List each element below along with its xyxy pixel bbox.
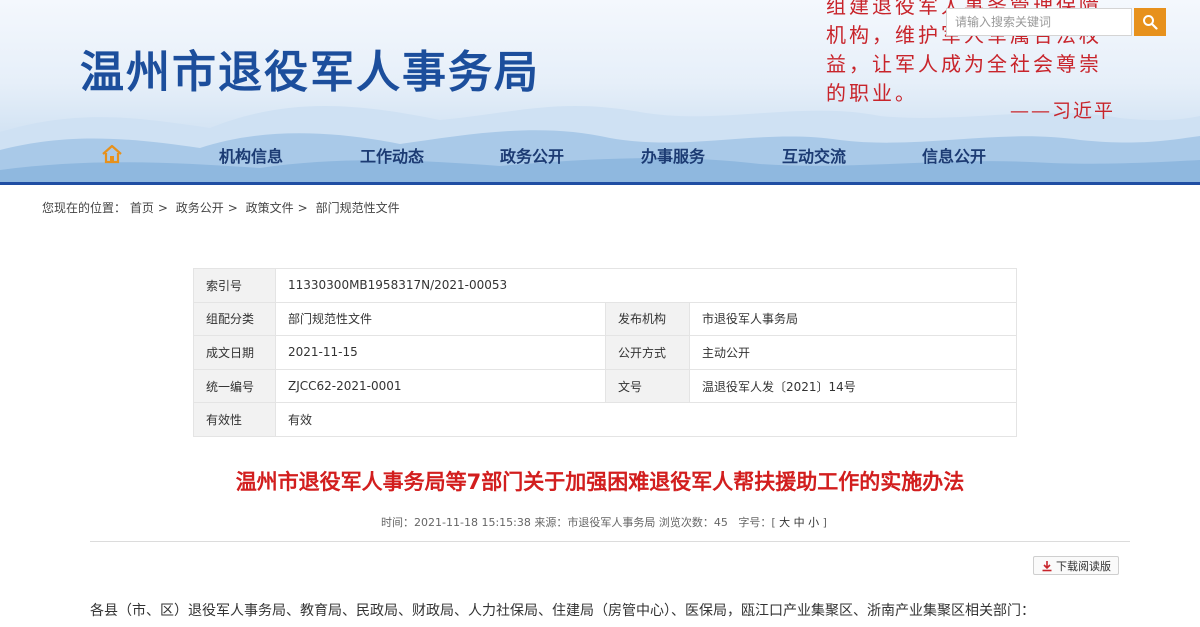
breadcrumb-prefix: 您现在的位置： bbox=[42, 201, 127, 215]
time-value: 2021-11-18 15:15:38 bbox=[414, 516, 531, 529]
nav-item-gov-affairs[interactable]: 政务公开 bbox=[500, 143, 564, 167]
views-label: 浏览次数： bbox=[658, 516, 714, 529]
search-input[interactable]: 请输入搜索关键词 bbox=[946, 8, 1132, 36]
search-icon bbox=[1143, 15, 1158, 30]
breadcrumb-dept-normative-docs[interactable]: 部门规范性文件 bbox=[316, 201, 400, 215]
breadcrumb-separator: > bbox=[227, 201, 238, 215]
article-info-bar: 时间：2021-11-18 15:15:38 来源：市退役军人事务局 浏览次数：… bbox=[381, 516, 827, 529]
download-icon bbox=[1042, 560, 1052, 571]
doc-number-value: 温退役军人发〔2021〕14号 bbox=[689, 368, 1017, 404]
publisher-label: 发布机构 bbox=[605, 301, 690, 337]
time-label: 时间： bbox=[381, 516, 415, 529]
download-label: 下载阅读版 bbox=[1056, 559, 1111, 573]
font-size-small-button[interactable]: 小 bbox=[808, 516, 819, 529]
table-row: 有效性 有效 bbox=[193, 402, 1017, 437]
quote-author: ——习近平 bbox=[1010, 100, 1116, 122]
open-mode-value: 主动公开 bbox=[689, 335, 1017, 370]
breadcrumb-gov-affairs[interactable]: 政务公开 bbox=[176, 201, 224, 215]
font-size-label: 字号： bbox=[738, 516, 772, 529]
home-icon[interactable] bbox=[100, 142, 124, 166]
nav-item-work-news[interactable]: 工作动态 bbox=[360, 143, 424, 167]
index-value: 11330300MB1958317N/2021-00053 bbox=[275, 268, 1017, 303]
code-value: ZJCC62-2021-0001 bbox=[275, 368, 606, 404]
breadcrumb-separator: > bbox=[297, 201, 308, 215]
category-value: 部门规范性文件 bbox=[275, 301, 606, 337]
table-row: 组配分类 部门规范性文件 发布机构 市退役军人事务局 bbox=[193, 301, 1017, 337]
font-size-medium-button[interactable]: 中 bbox=[794, 516, 805, 529]
breadcrumb-policy-docs[interactable]: 政策文件 bbox=[246, 201, 294, 215]
date-label: 成文日期 bbox=[193, 335, 276, 370]
doc-number-label: 文号 bbox=[605, 368, 690, 404]
article-title: 温州市退役军人事务局等7部门关于加强困难退役军人帮扶援助工作的实施办法 bbox=[235, 470, 965, 494]
download-reading-version-button[interactable]: 下载阅读版 bbox=[1033, 556, 1119, 575]
nav-item-info-disclosure[interactable]: 信息公开 bbox=[922, 143, 986, 167]
quote-line: 益，让军人成为全社会尊崇 bbox=[826, 52, 1102, 76]
views-count: 45 bbox=[713, 516, 728, 529]
font-size-large-button[interactable]: 大 bbox=[779, 516, 790, 529]
index-label: 索引号 bbox=[193, 268, 276, 303]
source-label: 来源： bbox=[534, 516, 568, 529]
nav-divider bbox=[0, 182, 1200, 185]
table-row: 统一编号 ZJCC62-2021-0001 文号 温退役军人发〔2021〕14号 bbox=[193, 368, 1017, 404]
code-label: 统一编号 bbox=[193, 368, 276, 404]
source-value: 市退役军人事务局 bbox=[567, 516, 656, 529]
validity-label: 有效性 bbox=[193, 402, 276, 437]
date-value: 2021-11-15 bbox=[275, 335, 606, 370]
document-metadata-table: 索引号 11330300MB1958317N/2021-00053 组配分类 部… bbox=[193, 268, 1017, 437]
nav-item-interaction[interactable]: 互动交流 bbox=[782, 143, 846, 167]
table-row: 索引号 11330300MB1958317N/2021-00053 bbox=[193, 268, 1017, 303]
search-button[interactable] bbox=[1134, 8, 1166, 36]
nav-item-services[interactable]: 办事服务 bbox=[641, 143, 705, 167]
article-first-line: 各县（市、区）退役军人事务局、教育局、民政局、财政局、人力社保局、住建局（房管中… bbox=[90, 603, 1035, 619]
nav-item-org-info[interactable]: 机构信息 bbox=[219, 143, 283, 167]
breadcrumb-home[interactable]: 首页 bbox=[130, 201, 154, 215]
table-row: 成文日期 2021-11-15 公开方式 主动公开 bbox=[193, 335, 1017, 370]
main-nav: 机构信息 工作动态 政务公开 办事服务 互动交流 信息公开 bbox=[0, 136, 1200, 182]
breadcrumb-separator: > bbox=[157, 201, 168, 215]
category-label: 组配分类 bbox=[193, 301, 276, 337]
publisher-value: 市退役军人事务局 bbox=[689, 301, 1017, 337]
validity-value: 有效 bbox=[275, 402, 1017, 437]
breadcrumb: 您现在的位置： 首页 > 政务公开 > 政策文件 > 部门规范性文件 bbox=[42, 199, 400, 216]
article-divider bbox=[90, 541, 1130, 542]
site-title: 温州市退役军人事务局 bbox=[80, 47, 540, 98]
open-mode-label: 公开方式 bbox=[605, 335, 690, 370]
